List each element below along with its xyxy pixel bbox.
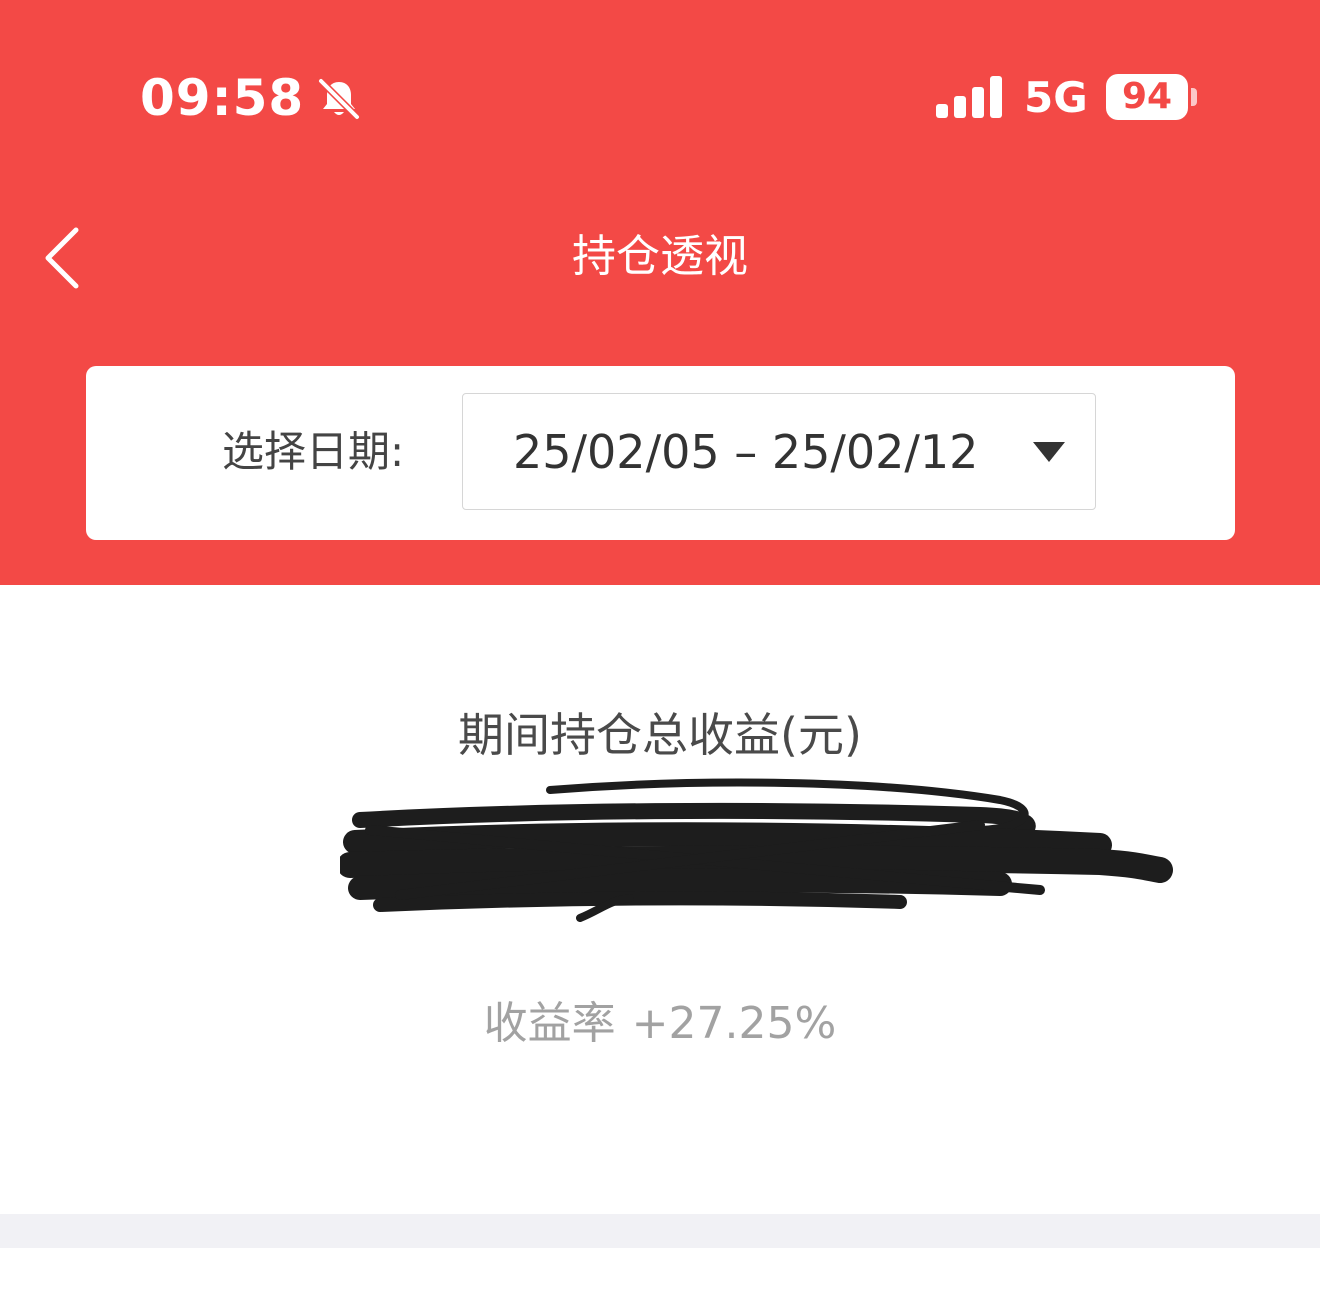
profit-rate-label: 收益率 (483, 998, 616, 1049)
date-filter-card: 选择日期: 25/02/05 – 25/02/12 (86, 366, 1235, 540)
battery-tip (1191, 88, 1197, 106)
date-range-value: 25/02/05 – 25/02/12 (513, 425, 979, 479)
total-profit-title: 期间持仓总收益(元) (458, 708, 862, 762)
battery-icon: 94 (1106, 74, 1188, 120)
page-title: 持仓透视 (572, 231, 748, 282)
signal-icon (936, 76, 1002, 118)
battery-level: 94 (1121, 76, 1173, 117)
status-time: 09:58 (140, 69, 305, 127)
header: 09:58 5G 94 持仓透视 选择日期: 25/02/05 – 25/02/… (0, 0, 1320, 585)
profit-rate-value: +27.25% (631, 998, 837, 1049)
section-divider (0, 1214, 1320, 1248)
caret-down-icon (1033, 442, 1065, 462)
app-screen: 09:58 5G 94 持仓透视 选择日期: 25/02/05 – 25/02/… (0, 0, 1320, 1299)
bell-slash-icon (318, 78, 360, 120)
profit-rate-row: 收益率 +27.25% (0, 992, 1320, 1056)
date-label: 选择日期: (222, 427, 405, 476)
network-label: 5G (1024, 73, 1088, 122)
redaction-scribble (340, 778, 1173, 922)
date-range-select[interactable]: 25/02/05 – 25/02/12 (462, 393, 1096, 510)
